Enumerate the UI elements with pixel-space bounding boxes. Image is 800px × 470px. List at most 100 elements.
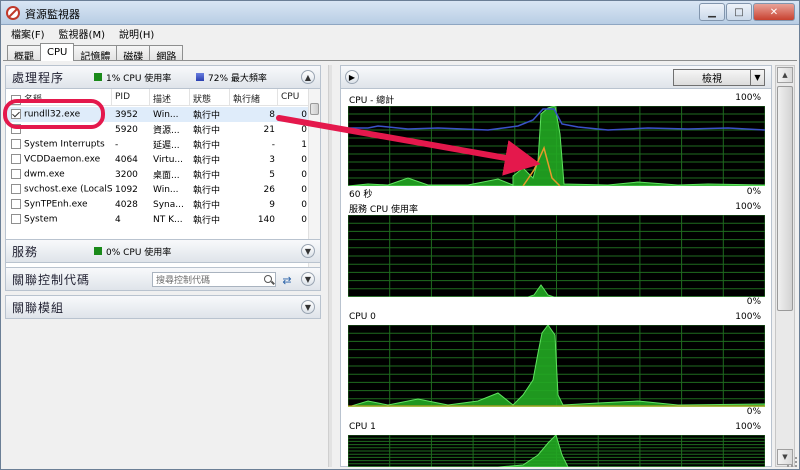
processes-freq-stat: 72% 最大頻率 — [196, 71, 267, 84]
handles-header[interactable]: 關聯控制代碼 搜尋控制代碼 ⇄ ▼ — [5, 267, 321, 291]
view-label: 檢視 — [702, 74, 722, 85]
process-checkbox[interactable] — [11, 139, 21, 150]
col-cpu-header[interactable]: CPU — [278, 89, 310, 106]
processes-max-freq: 72% 最大頻率 — [208, 73, 267, 84]
graph-cpu1-max: 100% — [735, 422, 761, 432]
process-cell-name: VCDDaemon.exe — [6, 154, 112, 165]
process-cell-cpu: 1 — [301, 139, 307, 150]
process-row[interactable]: dwm.exe 3200 桌面... 執行中 5 0 — [6, 167, 310, 182]
graph-toolbar: ▶ 檢視 ▼ — [340, 65, 772, 89]
dropdown-arrow-icon: ▼ — [750, 70, 764, 85]
process-checkbox[interactable] — [11, 154, 21, 165]
process-cell-name: System — [6, 214, 112, 225]
process-checkbox[interactable] — [11, 214, 21, 225]
services-cpu-usage: 0% CPU 使用率 — [106, 247, 172, 258]
process-cell-cpu: 0 — [301, 199, 307, 210]
col-pid-header[interactable]: PID — [112, 89, 150, 106]
process-cell-status: 執行中 — [193, 186, 221, 196]
tab-divider — [3, 60, 797, 61]
process-cell-desc: NT K... — [153, 214, 183, 225]
process-row[interactable]: SynTPEnh.exe 4028 Syna... 執行中 9 0 — [6, 197, 310, 212]
minimize-button[interactable]: ▁ — [699, 3, 725, 21]
graph-cpu0-max: 100% — [735, 312, 761, 322]
process-cell-desc: Win... — [153, 109, 179, 120]
process-row[interactable]: svchost.exe (LocalS... 1092 Win... 執行中 26 0 — [6, 182, 310, 197]
tab-cpu[interactable]: CPU — [40, 43, 75, 61]
process-cell-name: dwm.exe — [6, 169, 112, 180]
process-cell-desc: Virtu... — [153, 154, 183, 165]
graph-cpu-total-time: 60 秒 — [349, 190, 373, 200]
menu-monitor[interactable]: 監視器(M) — [59, 26, 105, 41]
menu-help[interactable]: 說明(H) — [119, 26, 154, 41]
close-button[interactable]: ✕ — [753, 3, 795, 21]
process-row[interactable]: System Interrupts - 延遲... 執行中 -1 — [6, 137, 310, 152]
processes-title: 處理程序 — [12, 70, 65, 85]
menu-file[interactable]: 檔案(F) — [11, 26, 45, 41]
view-dropdown[interactable]: 檢視 ▼ — [673, 69, 765, 86]
process-cell-threads: 5 — [269, 169, 275, 180]
process-cell-desc: 延遲... — [153, 141, 180, 151]
tab-network[interactable]: 網路 — [149, 45, 184, 63]
annotation-highlight-ellipse — [3, 99, 105, 129]
process-cell-pid: 1092 — [115, 184, 138, 195]
graph-services-cpu — [348, 215, 765, 297]
vscroll-thumb[interactable] — [310, 103, 319, 115]
search-icon[interactable] — [264, 275, 272, 283]
chevron-right-icon[interactable]: ▶ — [345, 70, 359, 84]
process-cell-pid: 3200 — [115, 169, 138, 180]
chevron-down-icon[interactable]: ▼ — [301, 244, 315, 258]
chevron-down-icon[interactable]: ▼ — [301, 300, 315, 314]
title-bar: 資源監視器 ▁ □ ✕ — [1, 1, 799, 25]
process-cell-threads: 26 — [263, 184, 275, 195]
process-cell-cpu: 0 — [301, 109, 307, 120]
process-cell-desc: Win... — [153, 184, 179, 195]
col-threads-header[interactable]: 執行緒 — [230, 89, 278, 106]
process-row[interactable]: System 4 NT K... 執行中 140 0 — [6, 212, 310, 227]
process-cell-status: 執行中 — [193, 111, 221, 121]
modules-header[interactable]: 關聯模組 ▼ — [5, 295, 321, 319]
graph-services-title: 服務 CPU 使用率 — [349, 205, 419, 215]
services-header[interactable]: 服務 0% CPU 使用率 ▼ — [5, 239, 321, 263]
graph-cpu-total-max: 100% — [735, 93, 761, 103]
handles-title: 關聯控制代碼 — [12, 272, 91, 287]
resource-monitor-icon — [6, 6, 20, 20]
refresh-icon[interactable]: ⇄ — [279, 272, 295, 288]
maximize-button[interactable]: □ — [726, 3, 752, 21]
right-pane-scrollbar[interactable]: ▲ ▼ — [775, 65, 795, 467]
graph-cpu1 — [348, 435, 765, 467]
process-cell-status: 執行中 — [193, 216, 221, 226]
graph-cpu-total-title: CPU - 總計 — [349, 96, 395, 106]
pane-splitter[interactable] — [328, 65, 332, 467]
process-cell-status: 執行中 — [193, 201, 221, 211]
tab-disk[interactable]: 磁碟 — [116, 45, 151, 63]
resize-grip[interactable] — [787, 457, 797, 467]
process-checkbox[interactable] — [11, 169, 21, 180]
graph-cpu-total — [348, 106, 765, 186]
services-cpu-legend-icon — [94, 247, 102, 255]
chevron-up-icon[interactable]: ▲ — [301, 70, 315, 84]
col-desc-header[interactable]: 描述 — [150, 89, 190, 106]
graph-services-max: 100% — [735, 202, 761, 212]
scroll-up-icon[interactable]: ▲ — [777, 67, 793, 83]
graph-cpu0-title: CPU 0 — [349, 312, 376, 322]
graph-cpu0 — [348, 325, 765, 407]
col-status-header[interactable]: 狀態 — [190, 89, 230, 106]
process-cell-name: SynTPEnh.exe — [6, 199, 112, 210]
graph-services-min: 0% — [746, 297, 761, 307]
handles-search-input[interactable]: 搜尋控制代碼 — [152, 272, 276, 287]
process-checkbox[interactable] — [11, 184, 21, 195]
chevron-down-icon[interactable]: ▼ — [301, 272, 315, 286]
process-checkbox[interactable] — [11, 199, 21, 210]
process-cell-cpu: 0 — [301, 214, 307, 225]
process-cell-threads: 21 — [263, 124, 275, 135]
right-scroll-thumb[interactable] — [777, 86, 793, 311]
processes-header[interactable]: 處理程序 1% CPU 使用率 72% 最大頻率 ▲ — [5, 65, 321, 89]
process-row[interactable]: VCDDaemon.exe 4064 Virtu... 執行中 3 0 — [6, 152, 310, 167]
process-cell-threads: 3 — [269, 154, 275, 165]
tab-overview[interactable]: 概觀 — [7, 45, 41, 63]
processes-cpu-usage: 1% CPU 使用率 — [106, 73, 172, 84]
window-title: 資源監視器 — [25, 8, 80, 21]
process-cell-pid: 3952 — [115, 109, 138, 120]
tab-memory[interactable]: 記憶體 — [73, 45, 118, 63]
cpu-usage-legend-icon — [94, 73, 102, 81]
